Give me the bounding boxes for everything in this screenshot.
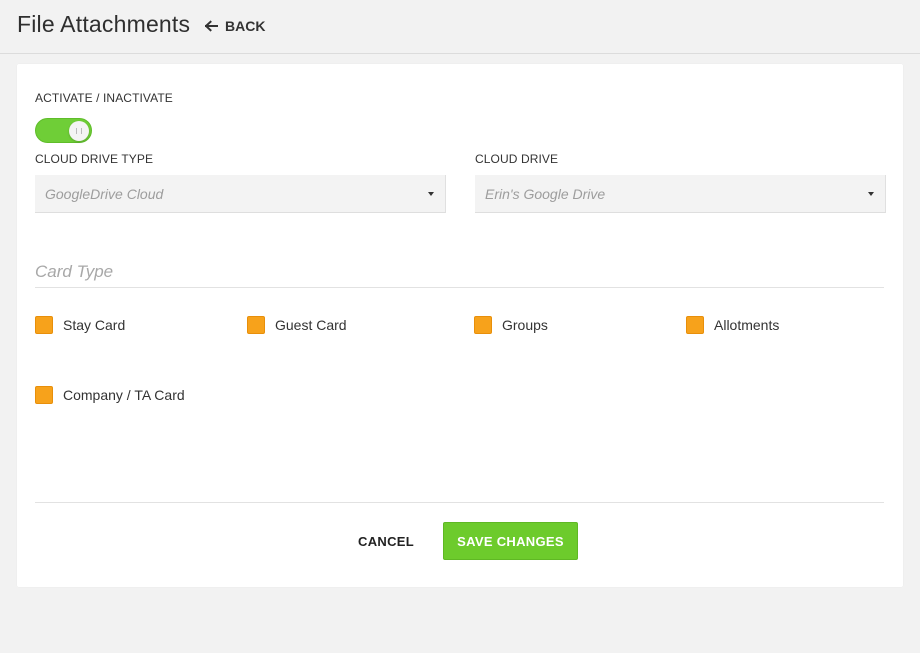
settings-card: ACTIVATE / INACTIVATE CLOUD DRIVE TYPE G…: [17, 64, 903, 587]
toggle-knob: [69, 121, 89, 141]
checkbox-label: Guest Card: [275, 317, 347, 333]
activate-toggle[interactable]: [35, 118, 92, 143]
cloud-drive-type-value: GoogleDrive Cloud: [45, 186, 164, 202]
back-link[interactable]: BACK: [205, 18, 265, 34]
checkbox-allotments[interactable]: Allotments: [686, 316, 779, 334]
cloud-drive-label: CLOUD DRIVE: [475, 152, 559, 166]
page-title: File Attachments: [17, 11, 191, 37]
cancel-button[interactable]: CANCEL: [347, 522, 425, 560]
checkbox-groups[interactable]: Groups: [474, 316, 548, 334]
card-type-title: Card Type: [35, 262, 114, 281]
caret-down-icon: [428, 192, 434, 196]
cloud-drive-type-label: CLOUD DRIVE TYPE: [35, 152, 154, 166]
page-header: File Attachments BACK: [0, 0, 920, 54]
save-changes-button[interactable]: SAVE CHANGES: [443, 522, 578, 560]
grip-icon: [76, 128, 82, 134]
checkbox-icon[interactable]: [247, 316, 265, 334]
checkbox-label: Stay Card: [63, 317, 126, 333]
checkbox-icon[interactable]: [35, 386, 53, 404]
checkbox-label: Groups: [502, 317, 548, 333]
checkbox-icon[interactable]: [35, 316, 53, 334]
back-label: BACK: [225, 18, 266, 34]
footer-divider: [35, 502, 884, 503]
checkbox-stay-card[interactable]: Stay Card: [35, 316, 125, 334]
caret-down-icon: [868, 192, 874, 196]
checkbox-company-ta-card[interactable]: Company / TA Card: [35, 386, 185, 404]
checkbox-icon[interactable]: [474, 316, 492, 334]
cloud-drive-select[interactable]: Erin's Google Drive: [475, 175, 886, 213]
arrow-left-icon: [205, 20, 218, 32]
divider: [35, 287, 884, 288]
cloud-drive-value: Erin's Google Drive: [485, 186, 606, 202]
checkbox-label: Company / TA Card: [63, 387, 185, 403]
activate-label: ACTIVATE / INACTIVATE: [35, 91, 173, 105]
checkbox-label: Allotments: [714, 317, 780, 333]
checkbox-icon[interactable]: [686, 316, 704, 334]
checkbox-guest-card[interactable]: Guest Card: [247, 316, 347, 334]
cloud-drive-type-select[interactable]: GoogleDrive Cloud: [35, 175, 446, 213]
